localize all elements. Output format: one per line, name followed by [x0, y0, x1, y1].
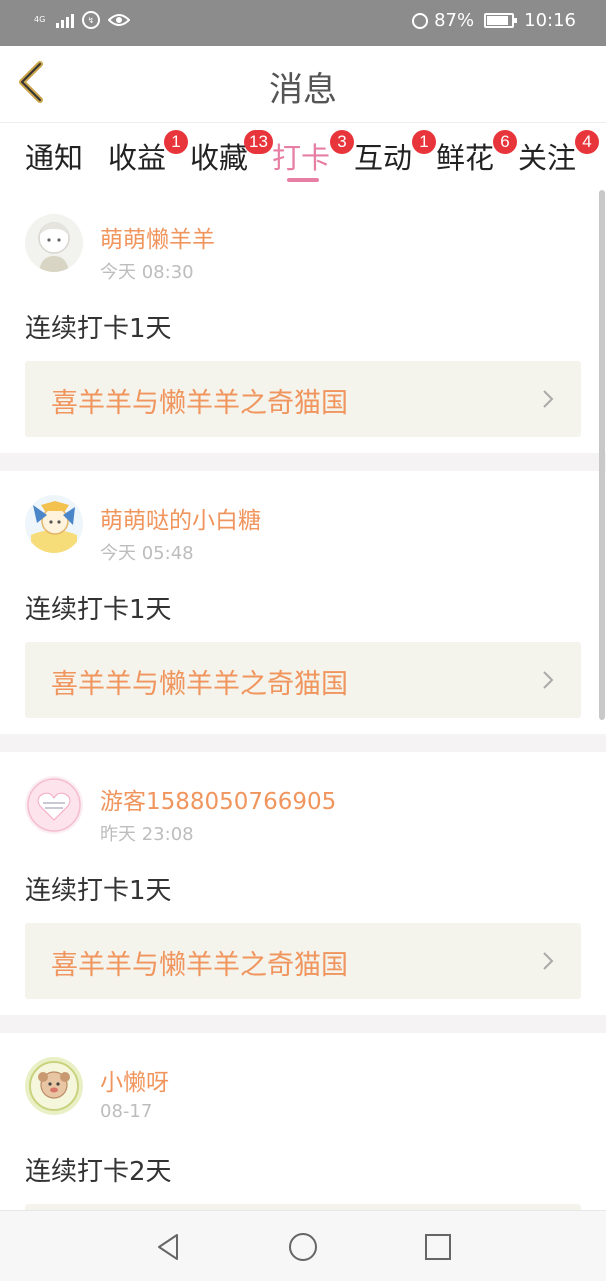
data-saver-icon: ↯ — [82, 11, 100, 29]
tab-label: 关注 — [518, 141, 577, 175]
username[interactable]: 萌萌哒的小白糖 — [100, 501, 261, 535]
tab-follow[interactable]: 关注 4 — [518, 130, 599, 177]
clock: 10:16 — [524, 10, 576, 31]
timestamp: 今天 08:30 — [100, 262, 194, 283]
page-title: 消息 — [269, 70, 337, 110]
avatar[interactable] — [25, 1057, 83, 1115]
tab-interaction[interactable]: 互动 1 — [354, 130, 436, 177]
separator — [0, 734, 606, 752]
timestamp: 昨天 23:08 — [100, 824, 194, 845]
separator — [0, 1015, 606, 1033]
tab-label: 打卡 — [272, 141, 331, 175]
scrollbar[interactable] — [599, 190, 605, 720]
badge: 1 — [164, 130, 188, 154]
battery-icon — [484, 13, 518, 28]
signal-icon — [56, 12, 74, 28]
status-left-icons: 4G ↯ — [34, 11, 130, 29]
back-triangle-icon[interactable] — [153, 1231, 185, 1263]
badge: 1 — [412, 130, 436, 154]
system-nav-bar — [0, 1210, 606, 1281]
network-type: 4G — [34, 15, 46, 24]
chevron-right-icon — [543, 952, 554, 970]
badge: 4 — [575, 130, 599, 154]
home-circle-icon[interactable] — [287, 1231, 319, 1263]
timestamp: 今天 05:48 — [100, 543, 194, 564]
badge: 3 — [330, 130, 354, 154]
username[interactable]: 游客1588050766905 — [100, 782, 336, 816]
tab-label: 互动 — [354, 141, 413, 175]
book-title: 喜羊羊与懒羊羊之奇猫国 — [51, 950, 348, 981]
tab-label: 通知 — [25, 141, 84, 175]
battery-percent: 87% — [434, 10, 475, 31]
feed-item: 游客1588050766905 昨天 23:08 连续打卡1天 喜羊羊与懒羊羊之… — [0, 752, 606, 1015]
eye-icon — [108, 14, 130, 26]
top-header: 消息 — [0, 46, 606, 123]
tab-favorites[interactable]: 收藏 13 — [190, 130, 273, 177]
tab-earnings[interactable]: 收益 1 — [108, 130, 188, 177]
checkin-text: 连续打卡1天 — [25, 314, 172, 344]
book-link[interactable]: 喜羊羊与懒羊羊之奇猫国 — [25, 923, 581, 999]
tab-flowers[interactable]: 鲜花 6 — [436, 130, 517, 177]
checkin-text: 连续打卡1天 — [25, 595, 172, 625]
chevron-right-icon — [543, 390, 554, 408]
status-bar: 4G ↯ 87% 10:16 — [0, 0, 606, 46]
feed-item: 萌萌哒的小白糖 今天 05:48 连续打卡1天 喜羊羊与懒羊羊之奇猫国 — [0, 471, 606, 734]
tab-checkin[interactable]: 打卡 3 — [272, 130, 354, 177]
tab-label: 鲜花 — [436, 141, 495, 175]
feed-item: 小懒呀 08-17 连续打卡2天 — [0, 1033, 606, 1210]
timestamp: 08-17 — [100, 1101, 153, 1122]
badge: 6 — [493, 130, 517, 154]
status-right-icons: 87% 10:16 — [412, 10, 576, 31]
tab-label: 收益 — [108, 141, 167, 175]
chevron-right-icon — [543, 671, 554, 689]
username[interactable]: 小懒呀 — [100, 1063, 169, 1097]
tab-label: 收藏 — [190, 141, 249, 175]
avatar[interactable] — [25, 495, 83, 553]
active-tab-indicator — [287, 178, 319, 182]
recents-square-icon[interactable] — [422, 1231, 454, 1263]
checkin-feed: 萌萌懒羊羊 今天 08:30 连续打卡1天 喜羊羊与懒羊羊之奇猫国 萌萌哒的小白… — [0, 190, 606, 1210]
avatar[interactable] — [25, 214, 83, 272]
battery-level — [487, 16, 509, 25]
separator — [0, 453, 606, 471]
book-title: 喜羊羊与懒羊羊之奇猫国 — [51, 669, 348, 700]
book-title: 喜羊羊与懒羊羊之奇猫国 — [51, 388, 348, 419]
alarm-icon — [412, 12, 429, 29]
book-link[interactable]: 喜羊羊与懒羊羊之奇猫国 — [25, 361, 581, 437]
checkin-text: 连续打卡2天 — [25, 1157, 172, 1187]
checkin-text: 连续打卡1天 — [25, 876, 172, 906]
username[interactable]: 萌萌懒羊羊 — [100, 220, 215, 254]
book-link[interactable]: 喜羊羊与懒羊羊之奇猫国 — [25, 642, 581, 718]
avatar[interactable] — [25, 776, 83, 834]
tab-notice[interactable]: 通知 — [25, 135, 83, 177]
badge: 13 — [244, 130, 273, 154]
feed-item: 萌萌懒羊羊 今天 08:30 连续打卡1天 喜羊羊与懒羊羊之奇猫国 — [0, 190, 606, 453]
